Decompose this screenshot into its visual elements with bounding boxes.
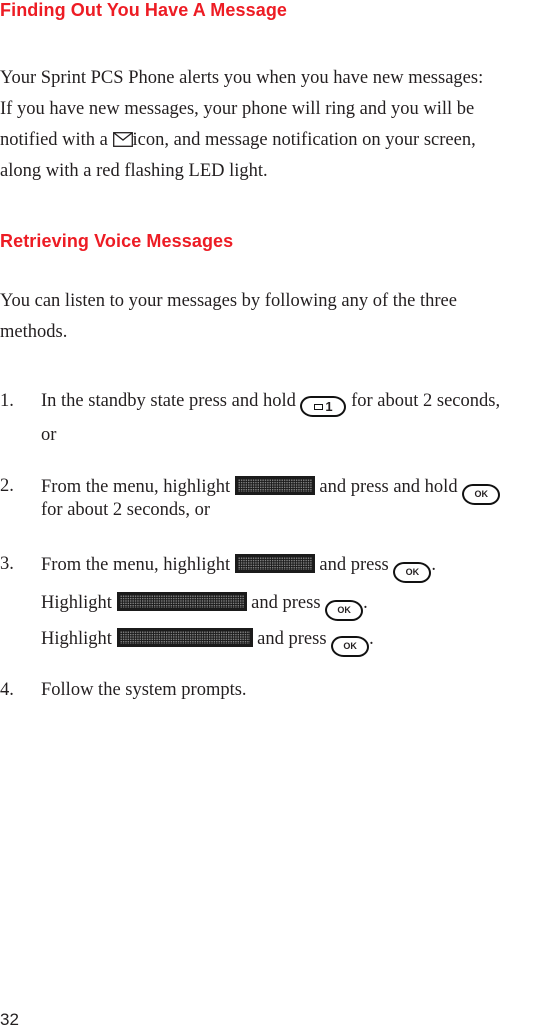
step-continuation: or — [41, 425, 57, 445]
lcd-menu-item-call-voicemail: Call Voicemail — [116, 628, 253, 647]
step-text: Highlight — [41, 629, 112, 649]
step-text: Follow the system prompts. — [41, 680, 247, 700]
step-number: 1. — [0, 391, 14, 411]
paragraph-line: methods. — [0, 322, 68, 342]
lcd-menu-item-messages: Messages — [234, 554, 315, 573]
lcd-menu-item-messages: Messages — [234, 476, 315, 495]
step-text: and press — [251, 593, 321, 613]
lcd-menu-item-voicemail-box: Voicemail Box — [116, 592, 247, 611]
key-1-button: 1 — [300, 396, 347, 417]
step-text: and press and hold — [319, 477, 458, 497]
section-heading-finding: Finding Out You Have A Message — [0, 0, 288, 20]
step-text: From the menu, highlight — [41, 555, 231, 575]
paragraph-line: Your Sprint PCS Phone alerts you when yo… — [0, 68, 484, 88]
ok-key-button: OK — [325, 600, 364, 621]
step-text: In the standby state press and hold — [41, 391, 296, 411]
retrieving-intro: You can listen to your messages by follo… — [0, 286, 549, 348]
section-heading-retrieving: Retrieving Voice Messages — [0, 231, 234, 251]
step-text: and press — [257, 629, 327, 649]
step-text: and press — [319, 555, 389, 575]
step-text: . — [369, 629, 374, 649]
envelope-icon — [314, 404, 324, 410]
step-number: 4. — [0, 680, 14, 700]
envelope-icon — [112, 132, 133, 147]
paragraph-line: along with a red flashing LED light. — [0, 161, 268, 181]
step-row: From the menu, highlight Messages and pr… — [41, 554, 436, 592]
step-text: . — [431, 555, 436, 575]
paragraph-line: You can listen to your messages by follo… — [0, 291, 457, 311]
page-number: 32 — [0, 1010, 19, 1029]
ok-key-button: OK — [393, 562, 432, 583]
step-row: From the menu, highlight Messages and pr… — [41, 476, 501, 505]
ok-key-button: OK — [331, 636, 370, 657]
step-number: 3. — [0, 554, 14, 574]
paragraph-line: If you have new messages, your phone wil… — [0, 99, 475, 119]
step-continuation: for about 2 seconds, or — [41, 500, 211, 520]
step-text: Highlight — [41, 593, 112, 613]
step-row: Highlight Voicemail Box and press OK. — [41, 592, 436, 628]
step-text: From the menu, highlight — [41, 477, 231, 497]
paragraph-line: notified with a icon, and message notifi… — [0, 125, 549, 156]
text-fragment: notified with a — [0, 130, 108, 150]
step-text: . — [363, 593, 368, 613]
step-number: 2. — [0, 476, 14, 496]
step-row: In the standby state press and hold 1 fo… — [41, 391, 500, 425]
step-text: for about 2 seconds, — [351, 391, 501, 411]
key-label: 1 — [325, 399, 333, 414]
finding-paragraph: Your Sprint PCS Phone alerts you when yo… — [0, 63, 549, 187]
text-fragment: icon, and message notification on your s… — [132, 130, 476, 150]
ok-key-button: OK — [462, 484, 501, 505]
step-row: Highlight Call Voicemail and press OK. — [41, 628, 436, 657]
